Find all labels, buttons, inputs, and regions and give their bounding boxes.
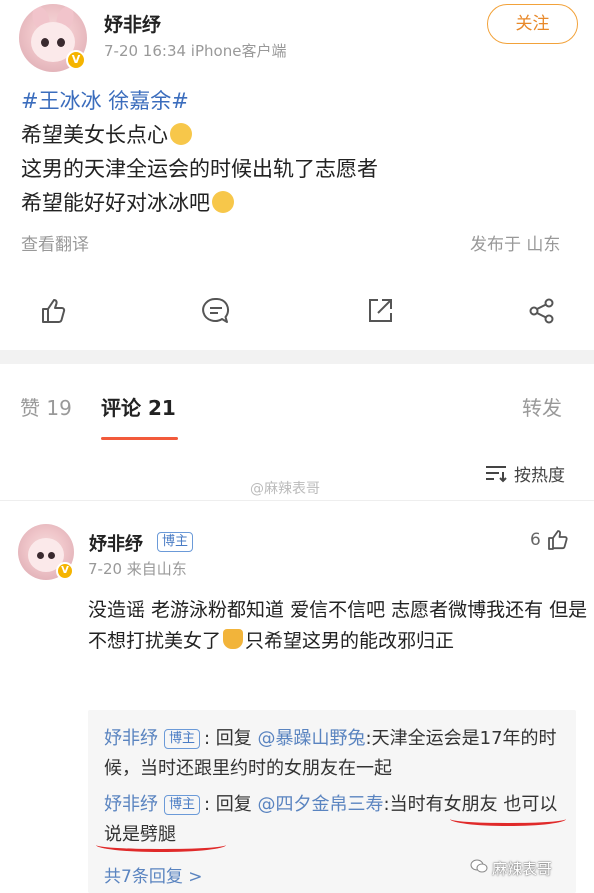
topic-link[interactable]: #王冰冰 徐嘉余# (21, 89, 189, 113)
reply-author[interactable]: 妤非纾 (104, 794, 158, 815)
tab-reposts[interactable]: 转发 (522, 392, 562, 421)
sort-icon (486, 466, 507, 483)
reply-badge: 博主 (164, 729, 201, 749)
post-location: 发布于 山东 (470, 235, 561, 255)
comment-divider (0, 500, 594, 501)
post-line-1: 希望美女长点心 (21, 123, 168, 147)
feedback-tabs: 赞 19 评论 21 转发 (0, 386, 594, 446)
comment-text: 没造谣 老游泳粉都知道 爱信不信吧 志愿者微博我还有 但是不想打扰美女了 只希望这… (88, 595, 588, 657)
laugh-emoji-icon (212, 191, 234, 213)
reply-mention[interactable]: @暴躁山野兔 (258, 728, 366, 749)
reply-prefix: : 回复 (204, 728, 252, 749)
post-line-3: 希望能好好对冰冰吧 (21, 191, 210, 215)
smile-emoji-icon (170, 123, 192, 145)
comment-icon[interactable] (201, 296, 231, 326)
reply-badge: 博主 (164, 795, 201, 815)
comment-like-count: 6 (530, 530, 541, 550)
verified-icon: V (66, 50, 86, 70)
reply-author[interactable]: 妤非纾 (104, 728, 158, 749)
comment-text-part2: 只希望这男的能改邪归正 (245, 630, 455, 652)
pray-emoji-icon (223, 629, 244, 649)
share-icon[interactable] (365, 296, 395, 326)
section-divider (0, 350, 594, 364)
post-meta: 7-20 16:34 iPhone客户端 (104, 42, 287, 60)
sort-label: 按热度 (514, 466, 565, 486)
reply-mention[interactable]: @四夕金帛三寿 (258, 794, 384, 815)
corner-watermark: 麻辣表哥 (492, 860, 553, 878)
like-icon[interactable] (38, 296, 68, 326)
active-tab-indicator (101, 437, 178, 440)
post-header: V 妤非纾 7-20 16:34 iPhone客户端 关注 (0, 0, 594, 80)
highlight-mark (450, 812, 566, 826)
reply-prefix: : 回复 (204, 794, 252, 815)
post-line-2: 这男的天津全运会的时候出轨了志愿者 (21, 157, 378, 181)
commenter-name-text: 妤非纾 (89, 534, 143, 555)
commenter-verified-icon: V (56, 562, 74, 580)
comment-meta: 7-20 来自山东 (88, 560, 187, 578)
reply-item[interactable]: 妤非纾 博主: 回复 @暴躁山野兔:天津全运会是17年的时候，当时还跟里约时的女朋… (104, 724, 574, 784)
more-replies-link[interactable]: 共7条回复 > (104, 862, 202, 887)
comment-like-icon[interactable] (546, 528, 570, 552)
translate-link[interactable]: 查看翻译 (21, 230, 89, 255)
post-content: #王冰冰 徐嘉余# 希望美女长点心 这男的天津全运会的时候出轨了志愿者 希望能好… (21, 84, 581, 220)
forward-icon[interactable] (527, 296, 557, 326)
follow-button[interactable]: 关注 (487, 4, 578, 44)
wechat-watermark-icon (470, 859, 488, 873)
post-action-bar (0, 288, 594, 336)
author-name[interactable]: 妤非纾 (104, 10, 161, 37)
tab-likes[interactable]: 赞 19 (20, 392, 72, 421)
watermark-text: @麻辣表哥 (250, 481, 320, 497)
author-badge: 博主 (157, 532, 194, 552)
commenter-name[interactable]: 妤非纾 博主 (89, 530, 194, 556)
highlight-mark (96, 838, 226, 852)
tab-comments[interactable]: 评论 21 (101, 392, 176, 421)
